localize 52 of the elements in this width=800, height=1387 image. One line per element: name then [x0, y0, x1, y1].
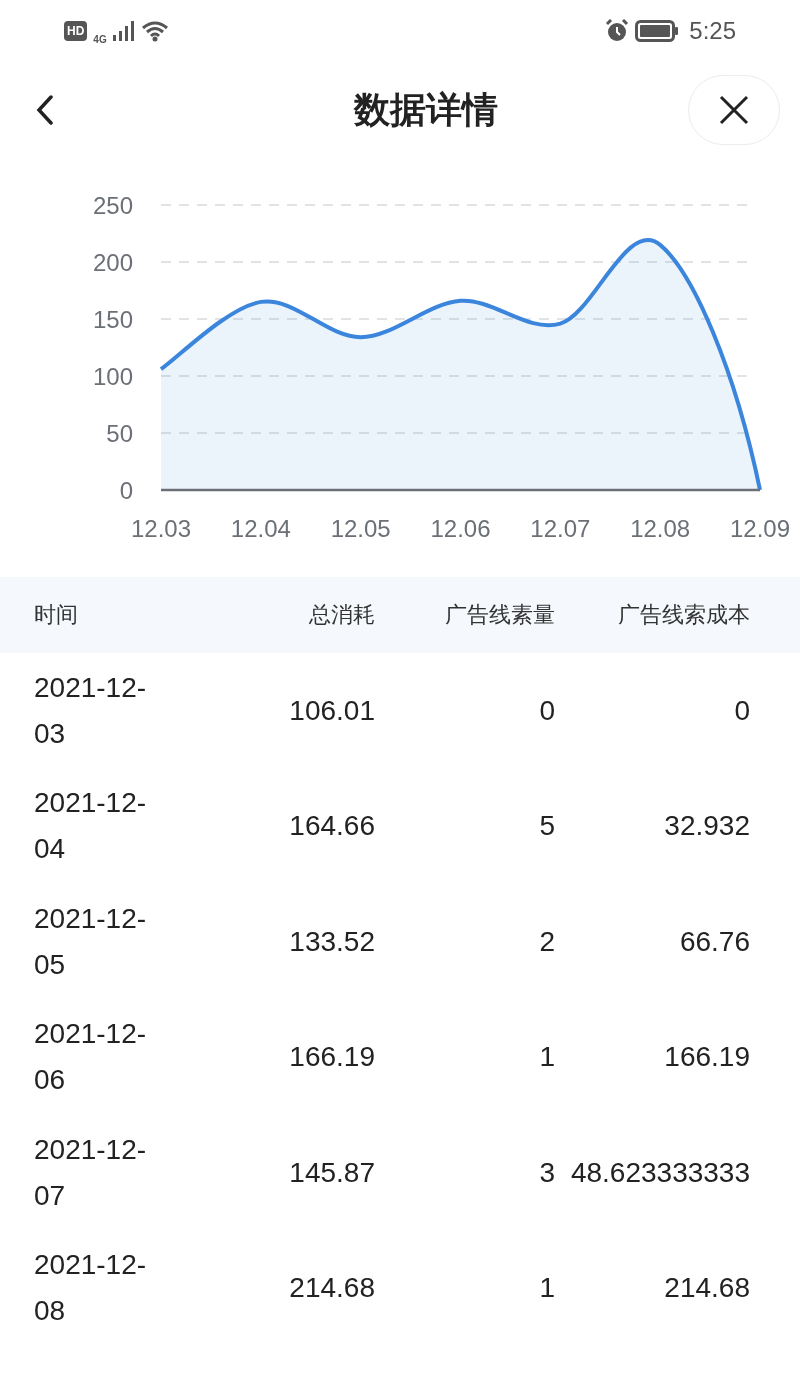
column-header: 总消耗 [308, 601, 375, 629]
table-cell-text: 2021-12-05 [34, 901, 148, 982]
wifi-icon [140, 20, 169, 42]
x-axis-label: 12.05 [330, 515, 391, 542]
close-icon [719, 95, 749, 125]
battery-icon [635, 20, 680, 42]
alarm-icon [605, 19, 630, 43]
page-title: 数据详情 [354, 87, 498, 132]
y-axis-label: 150 [92, 306, 133, 333]
table-cell-text: 2 [538, 925, 555, 958]
back-button[interactable] [36, 95, 54, 125]
y-axis-label: 200 [92, 249, 133, 276]
table-cell-text: 145.87 [288, 1156, 375, 1189]
table-cell-text: 2021-12-08 [34, 1248, 148, 1329]
y-axis-label: 0 [119, 477, 133, 504]
y-axis-label: 250 [92, 192, 133, 219]
back-icon [36, 95, 54, 125]
column-header: 广告线素量 [444, 601, 555, 629]
y-axis-label: 50 [106, 420, 133, 447]
table-cell-text: 164.66 [288, 810, 375, 843]
signal-icon [112, 21, 135, 41]
x-axis-label: 12.06 [430, 515, 491, 542]
table-cell-text: 166.19 [663, 1041, 751, 1074]
table-cell-text: 1 [538, 1272, 555, 1305]
column-header: 时间 [34, 601, 79, 629]
table-cell-text: 0 [733, 694, 751, 727]
table-cell-text: 1 [538, 1041, 555, 1074]
table-cell-text: 133.52 [288, 925, 375, 958]
table-cell-text: 32.932 [663, 810, 751, 843]
table-cell-text: 2021-12-07 [34, 1132, 148, 1213]
table-cell-text: 48.623333333 [569, 1156, 751, 1189]
x-axis-label: 12.03 [130, 515, 192, 542]
table-cell-text: 66.76 [678, 925, 751, 958]
table-cell-text: 3 [538, 1156, 555, 1189]
table-cell-text: 5 [538, 810, 555, 843]
table-cell-text: 2021-12-06 [34, 1017, 148, 1098]
table-cell-text: 2021-12-04 [34, 786, 148, 867]
x-axis-label: 12.09 [729, 515, 791, 542]
clock-time: 5:25 [689, 17, 736, 45]
table-cell-text: 166.19 [288, 1041, 375, 1074]
table-cell-text: 106.01 [288, 694, 375, 727]
column-header: 广告线索成本 [617, 601, 751, 629]
table-cell-text: 0 [538, 694, 555, 727]
x-axis-label: 12.08 [630, 515, 691, 542]
y-axis-label: 100 [92, 363, 133, 390]
table-cell-text: 214.68 [288, 1272, 375, 1305]
network-type: 4G [93, 33, 107, 45]
x-axis-label: 12.07 [530, 515, 591, 542]
table-cell-text: 2021-12-03 [34, 670, 148, 751]
table-cell-text: 214.68 [663, 1272, 751, 1305]
x-axis-label: 12.04 [230, 515, 291, 542]
hd-badge: HD [64, 21, 88, 41]
